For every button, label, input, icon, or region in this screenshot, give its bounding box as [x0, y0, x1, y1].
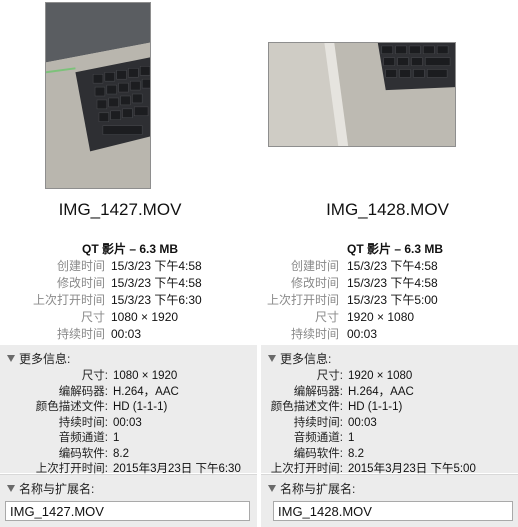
more-info-header: 更多信息:	[19, 352, 71, 366]
file-info-panel-left: IMG_1427.MOV QT 影片 – 6.3 MB 创建时间 15/3/23…	[0, 0, 257, 527]
info-value: 1080 × 1920	[111, 310, 179, 324]
info-row: 尺寸 1080 × 1920	[0, 309, 257, 326]
more-info-row: 音频通道: 1	[0, 431, 257, 447]
more-info-row: 颜色描述文件: HD (1-1-1)	[261, 400, 518, 416]
more-info-label: 音频通道:	[293, 432, 343, 444]
disclosure-triangle-icon[interactable]	[268, 485, 276, 492]
more-info-row: 编码软件: 8.2	[0, 447, 257, 463]
more-info-label: 编解码器:	[293, 385, 343, 398]
info-label: 上次打开时间	[32, 293, 105, 307]
more-info-row: 尺寸: 1080 × 1920	[0, 369, 257, 385]
info-row: 持续时间 00:03	[0, 326, 257, 343]
more-info-label: 颜色描述文件:	[270, 401, 343, 413]
info-label: 修改时间	[56, 276, 105, 290]
info-label: 创建时间	[290, 259, 339, 273]
more-info-label: 尺寸:	[81, 370, 108, 382]
more-info-section: 更多信息: 尺寸: 1080 × 1920 编解码器: H.264，AAC 颜色描述…	[0, 345, 257, 475]
name-extension-toggle[interactable]: 名称与扩展名:	[268, 480, 355, 497]
info-value: 00:03	[347, 327, 378, 341]
info-value: 15/3/23 下午4:58	[347, 276, 438, 290]
more-info-value: 1080 × 1920	[113, 370, 178, 382]
video-thumbnail	[45, 2, 151, 189]
info-value: 15/3/23 下午6:30	[111, 293, 202, 307]
more-info-row: 尺寸: 1920 × 1080	[261, 369, 518, 385]
kind-row: QT 影片 – 6.3 MB	[261, 241, 518, 258]
info-value: 15/3/23 下午4:58	[111, 276, 202, 290]
more-info-value: 1	[113, 432, 120, 444]
disclosure-triangle-icon[interactable]	[7, 485, 15, 492]
more-info-header: 更多信息:	[280, 352, 332, 366]
more-info-value: 8.2	[348, 447, 364, 460]
more-info-row: 编解码器: H.264，AAC	[261, 385, 518, 401]
info-row: 尺寸 1920 × 1080	[261, 309, 518, 326]
more-info-label: 持续时间:	[293, 416, 343, 429]
info-label: 持续时间	[56, 327, 105, 341]
file-info-panel-right: IMG_1428.MOV QT 影片 – 6.3 MB 创建时间 15/3/23…	[261, 0, 518, 527]
more-info-row: 持续时间: 00:03	[0, 416, 257, 432]
more-info-value: H.264，AAC	[348, 385, 414, 398]
info-value: 15/3/23 下午4:58	[111, 259, 202, 273]
file-name-title: IMG_1428.MOV	[326, 200, 449, 219]
kind-value: QT 影片 – 6.3 MB	[82, 242, 179, 256]
disclosure-triangle-icon[interactable]	[268, 355, 276, 362]
file-name-field[interactable]	[273, 501, 513, 521]
info-label: 尺寸	[80, 310, 105, 324]
more-info-label: 音频通道:	[58, 432, 108, 444]
name-extension-section: 名称与扩展名:	[0, 474, 257, 527]
info-row: 持续时间 00:03	[261, 326, 518, 343]
kind-value: QT 影片 – 6.3 MB	[347, 242, 444, 256]
info-label: 创建时间	[56, 259, 105, 273]
more-info-row: 颜色描述文件: HD (1-1-1)	[0, 400, 257, 416]
more-info-row: 持续时间: 00:03	[261, 416, 518, 432]
more-info-label: 编码软件:	[58, 447, 108, 460]
info-row: 修改时间 15/3/23 下午4:58	[261, 275, 518, 292]
more-info-value: H.264，AAC	[113, 385, 179, 398]
disclosure-triangle-icon[interactable]	[7, 355, 15, 362]
more-info-value: 1	[348, 432, 355, 444]
more-info-label: 尺寸:	[316, 370, 343, 382]
info-row: 修改时间 15/3/23 下午4:58	[0, 275, 257, 292]
info-row: 创建时间 15/3/23 下午4:58	[261, 258, 518, 275]
video-thumbnail	[268, 42, 456, 147]
name-extension-header: 名称与扩展名:	[280, 482, 356, 496]
more-info-label: 编解码器:	[58, 385, 108, 398]
info-row: 上次打开时间 15/3/23 下午5:00	[261, 292, 518, 309]
general-info: QT 影片 – 6.3 MB 创建时间 15/3/23 下午4:58 修改时间 …	[0, 241, 257, 343]
file-name-title: IMG_1427.MOV	[58, 200, 182, 219]
info-label: 上次打开时间	[266, 293, 339, 307]
general-info: QT 影片 – 6.3 MB 创建时间 15/3/23 下午4:58 修改时间 …	[261, 241, 518, 343]
name-extension-header: 名称与扩展名:	[19, 482, 95, 496]
info-row: 创建时间 15/3/23 下午4:58	[0, 258, 257, 275]
name-extension-toggle[interactable]: 名称与扩展名:	[7, 480, 94, 497]
more-info-row: 音频通道: 1	[261, 431, 518, 447]
more-info-value: 1920 × 1080	[348, 370, 413, 382]
more-info-value: 00:03	[113, 416, 142, 429]
info-label: 修改时间	[290, 276, 339, 290]
kind-row: QT 影片 – 6.3 MB	[0, 241, 257, 258]
more-info-toggle[interactable]: 更多信息:	[7, 350, 70, 367]
more-info-row: 编解码器: H.264，AAC	[0, 385, 257, 401]
more-info-label: 颜色描述文件:	[35, 401, 108, 413]
info-label: 持续时间	[290, 327, 339, 341]
more-info-label: 编码软件:	[293, 447, 343, 460]
more-info-section: 更多信息: 尺寸: 1920 × 1080 编解码器: H.264，AAC 颜色描述…	[261, 345, 518, 475]
info-value: 15/3/23 下午5:00	[347, 293, 438, 307]
more-info-value: 8.2	[113, 447, 129, 460]
info-value: 15/3/23 下午4:58	[347, 259, 438, 273]
more-info-value: HD (1-1-1)	[113, 401, 168, 413]
more-info-label: 持续时间:	[58, 416, 108, 429]
info-value: 1920 × 1080	[347, 310, 415, 324]
file-name-field[interactable]	[5, 501, 250, 521]
more-info-row: 编码软件: 8.2	[261, 447, 518, 463]
info-label: 尺寸	[314, 310, 339, 324]
name-extension-section: 名称与扩展名:	[261, 474, 518, 527]
more-info-toggle[interactable]: 更多信息:	[268, 350, 331, 367]
more-info-value: 00:03	[348, 416, 377, 429]
more-info-value: HD (1-1-1)	[348, 401, 403, 413]
info-row: 上次打开时间 15/3/23 下午6:30	[0, 292, 257, 309]
info-value: 00:03	[111, 327, 142, 341]
